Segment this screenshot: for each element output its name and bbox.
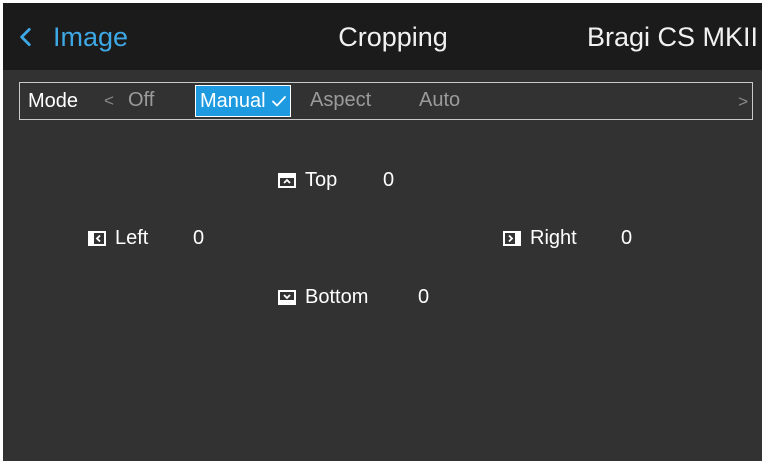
page-title: Cropping — [338, 22, 448, 52]
mode-option-manual[interactable]: Manual — [195, 85, 291, 117]
mode-previous-icon[interactable]: < — [104, 83, 114, 119]
crop-top-field[interactable]: Top 0 — [278, 165, 394, 195]
crop-top-label: Top — [305, 168, 338, 191]
crop-left-label: Left — [115, 226, 149, 249]
mode-option-off[interactable]: Off — [128, 83, 154, 119]
back-label: Image — [53, 21, 129, 52]
crop-bottom-value[interactable]: 0 — [418, 286, 429, 309]
chevron-right-icon[interactable]: > — [738, 83, 748, 119]
back-button[interactable]: Image — [13, 19, 128, 55]
crop-left-value[interactable]: 0 — [193, 227, 204, 250]
crop-right-label: Right — [530, 226, 577, 249]
device-name: Bragi CS MKII — [586, 22, 758, 52]
checkmark-icon — [271, 96, 286, 107]
crop-right-value[interactable]: 0 — [621, 227, 632, 250]
cropping-screen: Image Cropping Bragi CS MKII Mode < Off … — [3, 3, 762, 461]
crop-left-icon — [88, 230, 106, 246]
crop-top-icon — [278, 172, 296, 188]
chevron-left-icon — [20, 28, 31, 46]
crop-left-field[interactable]: Left 0 — [88, 223, 204, 253]
crop-bottom-icon — [278, 289, 296, 305]
mode-option-manual-label: Manual — [200, 90, 266, 112]
title-bar: Image Cropping Bragi CS MKII — [3, 3, 762, 70]
mode-selector[interactable]: Mode < Off Manual Aspect Auto > — [19, 82, 753, 120]
crop-top-value[interactable]: 0 — [383, 169, 394, 192]
crop-bottom-label: Bottom — [305, 285, 369, 308]
mode-option-auto[interactable]: Auto — [419, 83, 460, 119]
crop-right-icon — [503, 230, 521, 246]
mode-option-aspect[interactable]: Aspect — [310, 83, 371, 119]
crop-bottom-field[interactable]: Bottom 0 — [278, 282, 429, 312]
mode-label: Mode — [28, 90, 79, 112]
crop-right-field[interactable]: Right 0 — [503, 223, 632, 253]
